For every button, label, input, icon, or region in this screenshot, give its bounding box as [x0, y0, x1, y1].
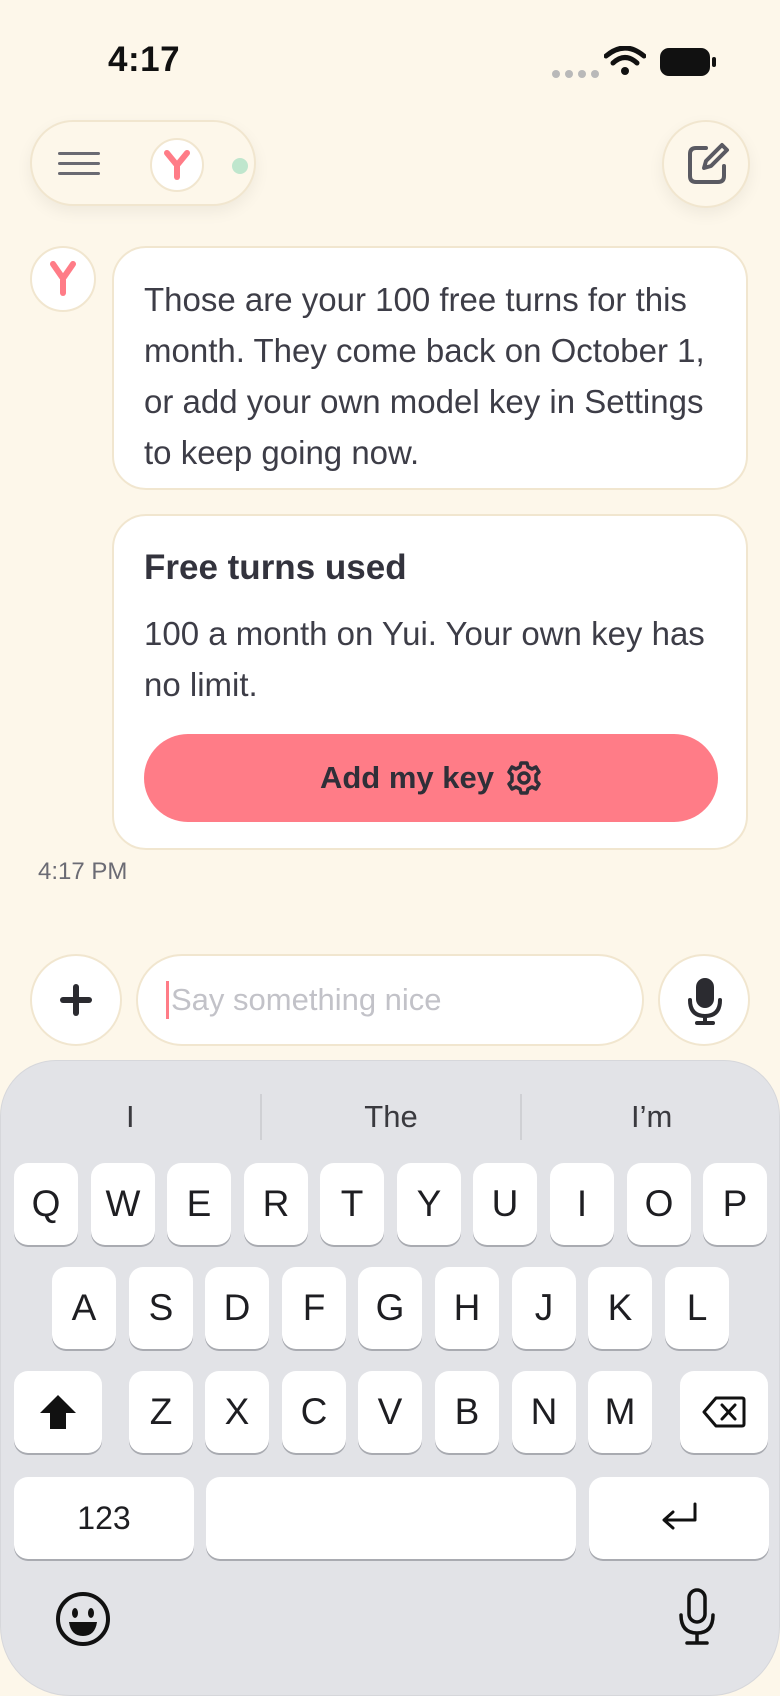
- key-y[interactable]: Y: [397, 1163, 461, 1245]
- emoji-icon[interactable]: [55, 1591, 111, 1647]
- battery-icon: [660, 48, 716, 76]
- delete-key[interactable]: [680, 1371, 768, 1453]
- assistant-message-bubble: Those are your 100 free turns for this m…: [112, 246, 748, 490]
- key-b[interactable]: B: [435, 1371, 499, 1453]
- text-cursor: [166, 981, 169, 1019]
- key-t[interactable]: T: [320, 1163, 384, 1245]
- key-j[interactable]: J: [512, 1267, 576, 1349]
- backspace-icon: [702, 1396, 746, 1428]
- space-key[interactable]: [206, 1477, 576, 1559]
- key-c[interactable]: C: [282, 1371, 346, 1453]
- key-h[interactable]: H: [435, 1267, 499, 1349]
- compose-icon: [688, 143, 729, 184]
- card-title: Free turns used: [144, 548, 407, 587]
- chat-screen: 4:17 Those are your 100 free turns for t…: [0, 0, 780, 1696]
- key-k[interactable]: K: [588, 1267, 652, 1349]
- key-e[interactable]: E: [167, 1163, 231, 1245]
- status-time: 4:17: [108, 40, 181, 79]
- assistant-avatar: [30, 246, 96, 312]
- key-x[interactable]: X: [205, 1371, 269, 1453]
- plus-icon: [60, 984, 92, 1016]
- return-icon: [662, 1502, 697, 1530]
- suggestion-bar: I The I’m: [1, 1081, 780, 1153]
- dictation-icon[interactable]: [677, 1587, 717, 1647]
- key-d[interactable]: D: [205, 1267, 269, 1349]
- key-s[interactable]: S: [129, 1267, 193, 1349]
- key-r[interactable]: R: [244, 1163, 308, 1245]
- key-v[interactable]: V: [358, 1371, 422, 1453]
- key-p[interactable]: P: [703, 1163, 767, 1245]
- key-g[interactable]: G: [358, 1267, 422, 1349]
- yui-logo-icon: [50, 261, 76, 296]
- message-timestamp: 4:17 PM: [38, 858, 128, 885]
- online-status-dot: [232, 158, 248, 174]
- suggestion-2[interactable]: The: [262, 1081, 521, 1153]
- shift-key[interactable]: [14, 1371, 102, 1453]
- numbers-key[interactable]: 123: [14, 1477, 194, 1559]
- key-i[interactable]: I: [550, 1163, 614, 1245]
- key-f[interactable]: F: [282, 1267, 346, 1349]
- compose-button[interactable]: [662, 120, 750, 208]
- yui-avatar[interactable]: [150, 138, 204, 192]
- signal-icon: [552, 70, 599, 78]
- wifi-icon: [604, 46, 646, 75]
- card-body: 100 a month on Yui. Your own key has no …: [144, 615, 705, 703]
- suggestion-1[interactable]: I: [1, 1081, 260, 1153]
- key-q[interactable]: Q: [14, 1163, 78, 1245]
- voice-button[interactable]: [658, 954, 750, 1046]
- key-o[interactable]: O: [627, 1163, 691, 1245]
- message-text: Those are your 100 free turns for this m…: [144, 281, 705, 471]
- input-placeholder: Say something nice: [171, 982, 442, 1017]
- key-m[interactable]: M: [588, 1371, 652, 1453]
- shift-icon: [40, 1395, 76, 1429]
- yui-logo-icon: [164, 150, 190, 180]
- key-z[interactable]: Z: [129, 1371, 193, 1453]
- key-l[interactable]: L: [665, 1267, 729, 1349]
- return-key[interactable]: [589, 1477, 769, 1559]
- gear-icon: [507, 761, 541, 795]
- keyboard: I The I’m Q W E R T Y U I O P A S D F G …: [0, 1060, 780, 1696]
- key-n[interactable]: N: [512, 1371, 576, 1453]
- button-label: Add my key: [319, 760, 494, 795]
- attach-button[interactable]: [30, 954, 122, 1046]
- microphone-icon: [688, 978, 722, 1025]
- key-w[interactable]: W: [91, 1163, 155, 1245]
- suggestion-3[interactable]: I’m: [522, 1081, 780, 1153]
- key-a[interactable]: A: [52, 1267, 116, 1349]
- message-input[interactable]: Say something nice: [136, 954, 644, 1046]
- key-u[interactable]: U: [473, 1163, 537, 1245]
- free-turns-card: Free turns used 100 a month on Yui. Your…: [112, 514, 748, 850]
- header-pill: [30, 120, 256, 206]
- add-my-key-button[interactable]: Add my key: [144, 734, 718, 822]
- hamburger-icon[interactable]: [58, 150, 100, 178]
